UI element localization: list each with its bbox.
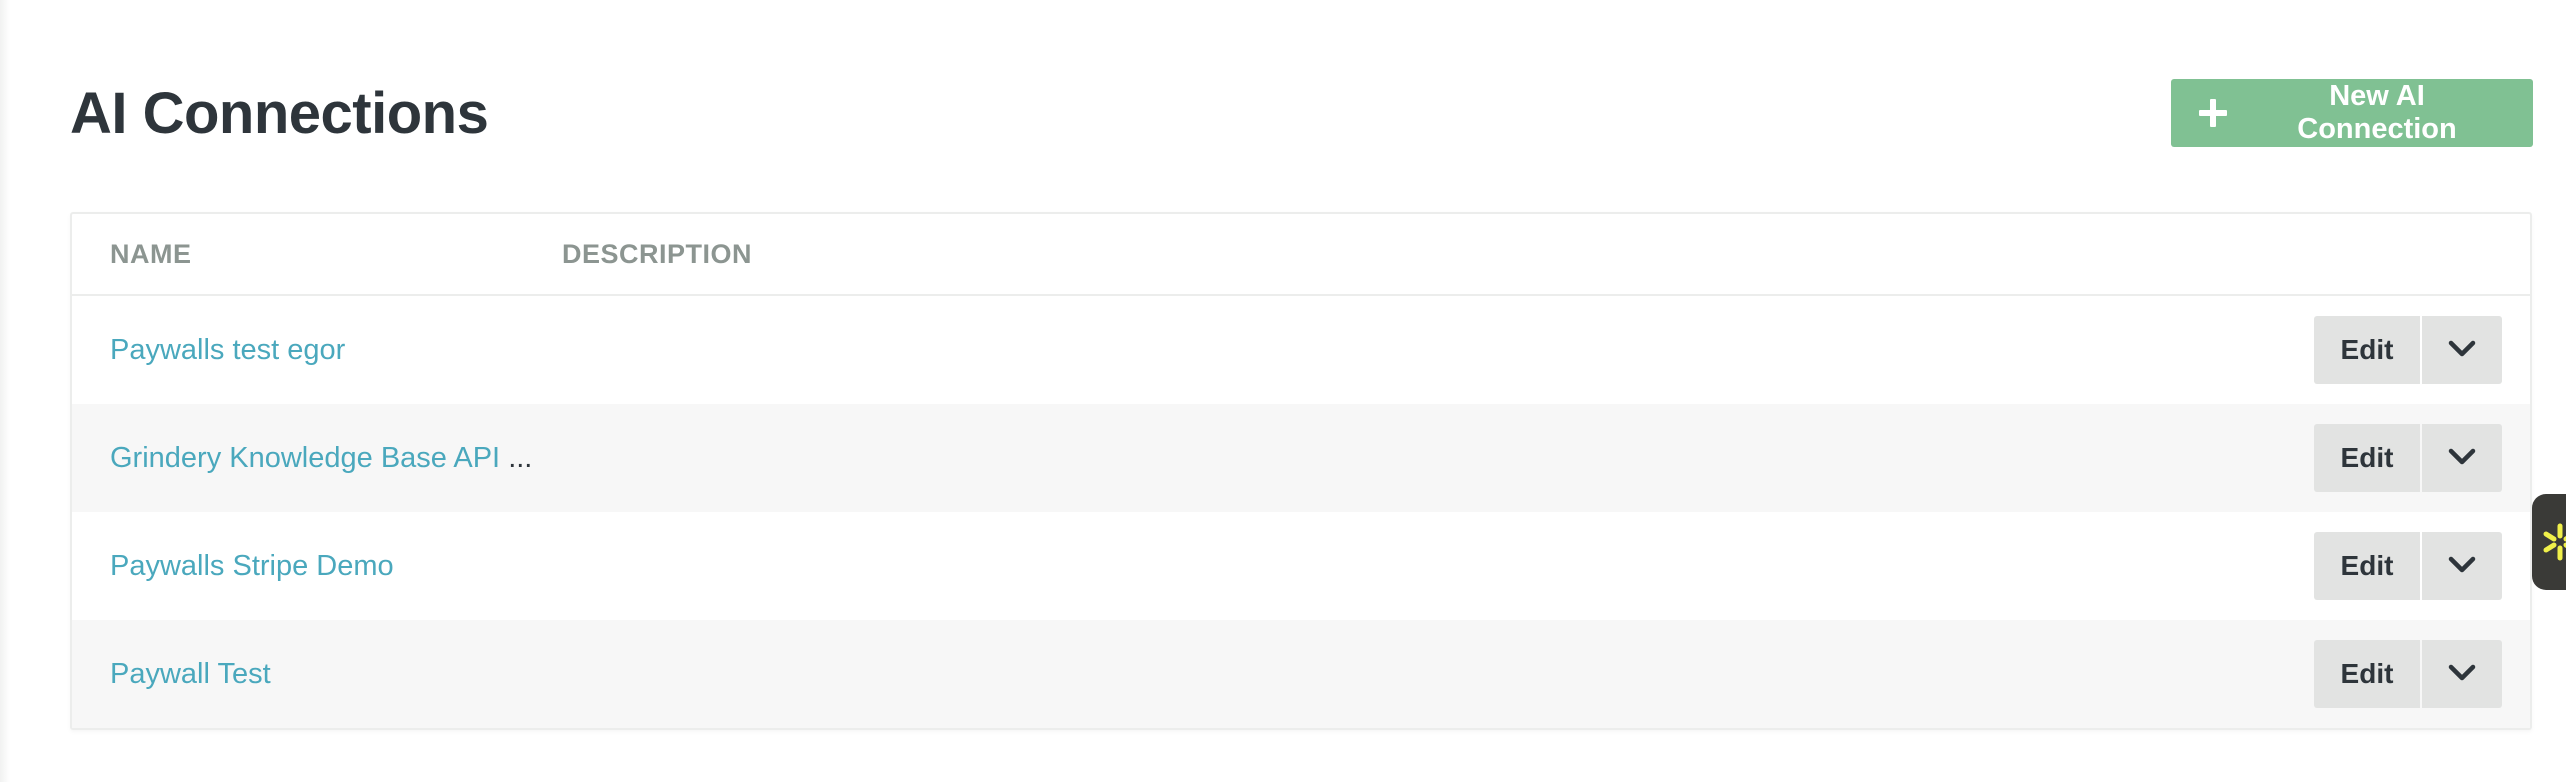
row-actions: Edit	[2314, 532, 2502, 600]
page: AI Connections New AI Connection NAME DE…	[0, 0, 2566, 782]
chevron-down-icon	[2448, 556, 2476, 577]
new-ai-connection-label: New AI Connection	[2297, 80, 2457, 145]
edit-button[interactable]: Edit	[2314, 424, 2420, 492]
connection-name-link[interactable]: Paywall Test	[110, 658, 271, 690]
chevron-down-icon	[2448, 664, 2476, 685]
table-row: Paywalls Stripe Demo Edit	[72, 512, 2530, 620]
table-row: Paywalls test egor Edit	[72, 296, 2530, 404]
connection-name-link[interactable]: Paywalls Stripe Demo	[110, 550, 394, 582]
table-row: Paywall Test Edit	[72, 620, 2530, 728]
chevron-down-icon	[2448, 340, 2476, 361]
chevron-down-icon	[2448, 448, 2476, 469]
page-header: AI Connections New AI Connection	[70, 78, 2533, 148]
connections-table: NAME DESCRIPTION Paywalls test egor Edit…	[70, 212, 2532, 730]
row-actions: Edit	[2314, 424, 2502, 492]
edit-button[interactable]: Edit	[2314, 640, 2420, 708]
column-header-description: DESCRIPTION	[562, 238, 753, 269]
edit-button[interactable]: Edit	[2314, 532, 2420, 600]
column-header-name: NAME	[110, 238, 192, 269]
name-cell: Paywall Test	[72, 658, 562, 691]
row-menu-button[interactable]	[2422, 640, 2502, 708]
side-widget-button[interactable]	[2532, 494, 2566, 590]
truncation-ellipsis: ...	[508, 441, 533, 474]
name-cell: Paywalls Stripe Demo	[72, 550, 562, 583]
row-actions: Edit	[2314, 316, 2502, 384]
row-menu-button[interactable]	[2422, 316, 2502, 384]
plus-icon	[2197, 97, 2229, 129]
table-header: NAME DESCRIPTION	[72, 214, 2530, 296]
page-title: AI Connections	[70, 80, 489, 146]
name-cell: Grindery Knowledge Base API ...	[72, 442, 562, 475]
row-menu-button[interactable]	[2422, 424, 2502, 492]
name-cell: Paywalls test egor	[72, 334, 562, 367]
connection-name-link[interactable]: Paywalls test egor	[110, 334, 345, 366]
new-ai-connection-button[interactable]: New AI Connection	[2171, 79, 2533, 147]
edit-button[interactable]: Edit	[2314, 316, 2420, 384]
sidebar-edge	[0, 0, 10, 782]
row-menu-button[interactable]	[2422, 532, 2502, 600]
row-actions: Edit	[2314, 640, 2502, 708]
connection-name-link[interactable]: Grindery Knowledge Base API	[110, 442, 500, 474]
table-row: Grindery Knowledge Base API ... Edit	[72, 404, 2530, 512]
